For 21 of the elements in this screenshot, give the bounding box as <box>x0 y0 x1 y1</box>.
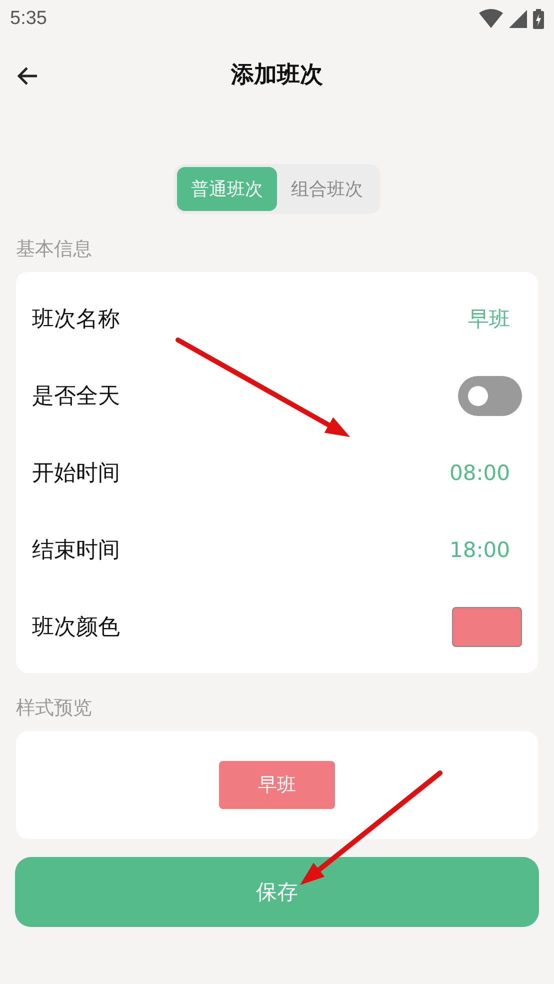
field-label: 班次颜色 <box>32 614 120 642</box>
page-title: 添加班次 <box>231 60 323 90</box>
field-label: 是否全天 <box>32 382 120 410</box>
field-label: 结束时间 <box>32 536 120 564</box>
all-day-toggle[interactable] <box>458 376 522 416</box>
field-label: 班次名称 <box>32 306 120 334</box>
tab[interactable]: 组合班次 <box>277 167 377 211</box>
wifi-icon <box>479 9 503 29</box>
field-value[interactable]: 18:00 <box>449 538 510 562</box>
status-time: 5:35 <box>10 8 47 30</box>
color-swatch[interactable] <box>452 606 522 646</box>
signal-icon <box>509 10 527 28</box>
section-title: 基本信息 <box>16 237 93 262</box>
field-value[interactable]: 早班 <box>468 304 510 332</box>
battery-icon <box>533 9 544 29</box>
field-value[interactable]: 08:00 <box>449 460 510 484</box>
tab[interactable]: 普通班次 <box>177 167 277 211</box>
field-label: 开始时间 <box>32 460 120 488</box>
save-button[interactable]: 保存 <box>15 857 539 927</box>
section-title: 样式预览 <box>16 696 93 721</box>
shift-chip: 早班 <box>219 761 335 809</box>
